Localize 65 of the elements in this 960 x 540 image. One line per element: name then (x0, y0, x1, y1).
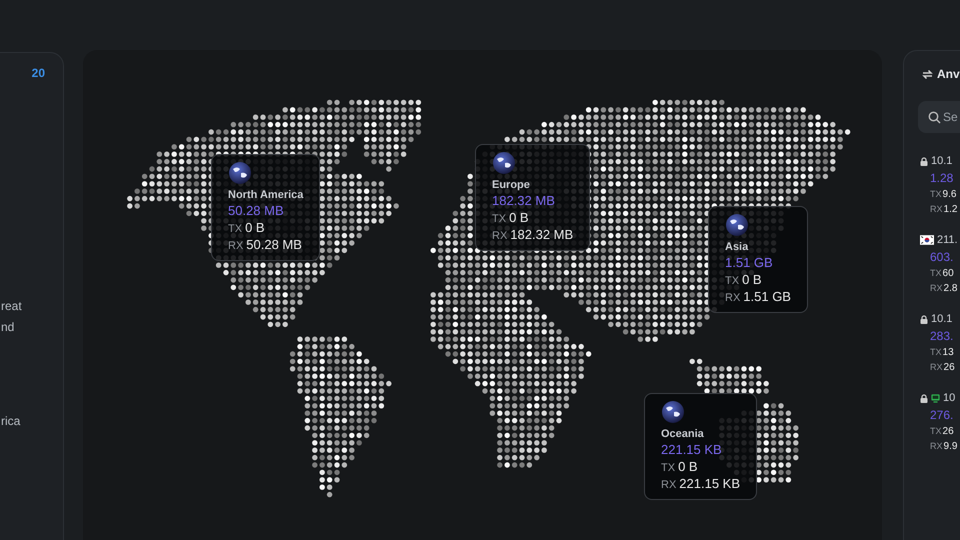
connection-total: 1.28 (929, 171, 954, 185)
tx-value: 9.6 (942, 189, 956, 200)
region-name: Asia (725, 241, 750, 253)
rx-label: RX (228, 240, 244, 252)
region-total: 1.51 GB (725, 255, 774, 270)
rx-value: 221.15 KB (679, 476, 740, 491)
rx-value: 9.9 (944, 441, 958, 452)
region-total: 182.32 MB (492, 193, 556, 208)
region-name: North America (228, 189, 304, 201)
rx-label: RX (492, 230, 508, 242)
region-total: 50.28 MB (228, 203, 285, 218)
list-text: rica (1, 414, 20, 428)
swap-icon (921, 68, 934, 80)
connection-total: 283. (929, 329, 954, 343)
connection-total: 276. (929, 408, 954, 422)
search-field[interactable]: Se (918, 101, 960, 133)
tx-label: TX (930, 426, 942, 436)
region-name: Oceania (661, 428, 705, 440)
tx-label: TX (725, 275, 740, 287)
rx-value: 1.2 (944, 204, 958, 215)
tx-value: 13 (942, 347, 954, 358)
rx-label: RX (930, 441, 943, 451)
search-icon (928, 111, 941, 124)
rx-value: 1.51 GB (743, 289, 791, 304)
rx-value: 50.28 MB (246, 237, 302, 252)
connection-total: 603. (929, 250, 954, 264)
monitor-icon (931, 394, 940, 402)
lock-icon (920, 394, 928, 402)
region-total: 221.15 KB (661, 442, 723, 457)
connection-address: 10.1 (931, 155, 952, 167)
tx-label: TX (492, 213, 506, 225)
panel-title: Anv (937, 67, 960, 81)
tx-label: TX (930, 347, 942, 357)
globe-icon (492, 151, 516, 175)
rx-label: RX (661, 479, 676, 491)
rx-label: RX (930, 204, 943, 214)
tx-value: 0 B (678, 459, 698, 474)
lock-icon (920, 314, 928, 324)
tx-value: 0 B (509, 210, 529, 225)
connection-address: 10.1 (931, 313, 952, 325)
rx-value: 2.8 (944, 283, 958, 294)
list-text: reat (1, 299, 22, 313)
globe-icon (228, 161, 252, 185)
tx-label: TX (930, 268, 942, 278)
tx-label: TX (228, 223, 242, 235)
tx-value: 0 B (742, 272, 762, 287)
globe-icon (661, 400, 685, 424)
count-label: 20 (32, 66, 45, 80)
region-name: Europe (492, 179, 531, 191)
lock-icon (920, 156, 928, 166)
list-text: nd (1, 320, 14, 334)
rx-value: 182.32 MB (510, 227, 574, 242)
tx-label: TX (661, 462, 676, 474)
tx-value: 26 (942, 426, 954, 437)
connection-address: 211. (937, 234, 958, 246)
globe-icon (725, 213, 749, 237)
tx-value: 0 B (245, 220, 265, 235)
connection-address: 10 (943, 392, 956, 404)
rx-label: RX (930, 283, 943, 293)
rx-label: RX (930, 362, 943, 372)
tx-value: 60 (942, 268, 954, 279)
tx-label: TX (930, 189, 942, 199)
rx-value: 26 (944, 362, 955, 373)
flag-icon (920, 235, 934, 245)
rx-label: RX (725, 292, 740, 304)
